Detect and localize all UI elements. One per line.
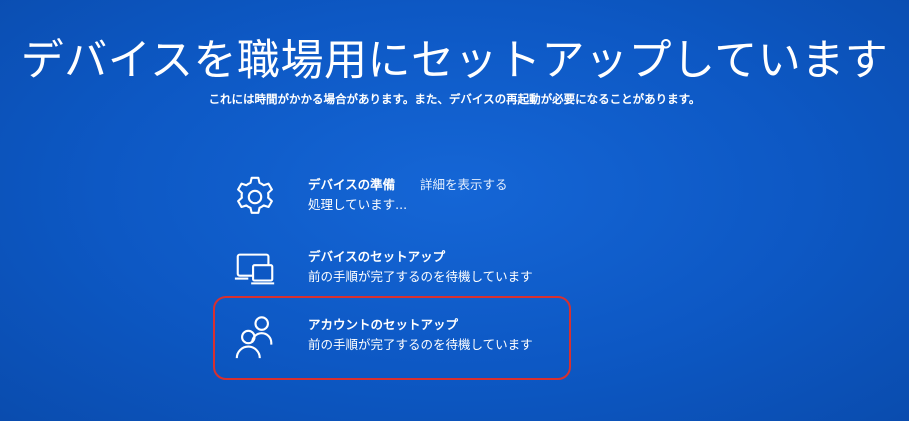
step-prepare-title: デバイスの準備 xyxy=(308,177,396,192)
step-device-setup: デバイスのセットアップ 前の手順が完了するのを待機しています xyxy=(232,246,592,296)
step-account-title: アカウントのセットアップ xyxy=(308,317,459,332)
step-device-title: デバイスのセットアップ xyxy=(308,249,446,264)
step-account-setup: アカウントのセットアップ 前の手順が完了するのを待機しています xyxy=(232,314,592,364)
devices-icon xyxy=(232,246,278,292)
step-prepare-device: デバイスの準備 詳細を表示する 処理しています... xyxy=(232,174,592,224)
page-subtitle: これには時間がかかる場合があります。また、デバイスの再起動が必要になることがあり… xyxy=(208,92,701,106)
gear-icon xyxy=(232,174,278,220)
page-title: デバイスを職場用にセットアップしています xyxy=(20,36,889,86)
show-details-link[interactable]: 詳細を表示する xyxy=(420,174,508,193)
people-icon xyxy=(232,314,278,360)
step-prepare-status: 処理しています... xyxy=(308,197,408,212)
step-device-status: 前の手順が完了するのを待機しています xyxy=(308,269,533,284)
step-account-status: 前の手順が完了するのを待機しています xyxy=(308,337,533,352)
